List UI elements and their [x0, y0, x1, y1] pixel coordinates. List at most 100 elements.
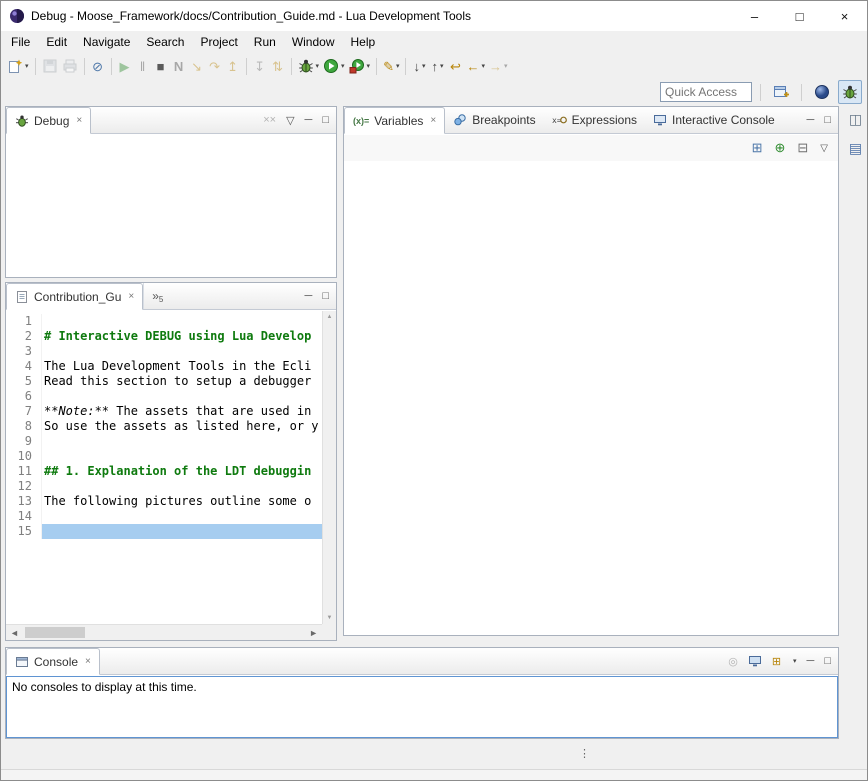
- menu-search[interactable]: Search: [138, 33, 192, 51]
- line-text: [42, 314, 322, 329]
- disconnect-button[interactable]: N: [170, 55, 188, 77]
- tab-contribution-guide[interactable]: Contribution_Gu ×: [6, 283, 143, 310]
- tab-variables[interactable]: (x)= Variables ×: [344, 107, 445, 134]
- console-tab-close-icon[interactable]: ×: [85, 656, 91, 667]
- display-selected-console-icon[interactable]: [748, 654, 762, 668]
- debug-view-maximize-icon[interactable]: □: [322, 114, 329, 126]
- console-minimize-icon[interactable]: ─: [807, 655, 815, 667]
- show-type-names-icon[interactable]: ⊞: [752, 140, 763, 156]
- collapse-all-icon[interactable]: ⊟: [797, 140, 808, 156]
- scroll-down-icon[interactable]: ▼: [327, 615, 333, 621]
- debug-view-minimize-icon[interactable]: ─: [305, 114, 313, 126]
- external-tools-icon: [349, 58, 365, 74]
- tab-breakpoints[interactable]: Breakpoints: [445, 107, 543, 133]
- editor-horizontal-scrollbar[interactable]: ◄ ►: [6, 624, 322, 640]
- close-button[interactable]: ×: [822, 1, 867, 31]
- maximize-button[interactable]: □: [777, 1, 822, 31]
- tab-expressions[interactable]: x= Expressions: [544, 107, 645, 133]
- last-edit-location-button[interactable]: ↩: [446, 55, 464, 77]
- menu-help[interactable]: Help: [343, 33, 384, 51]
- editor-vertical-scrollbar[interactable]: ▲ ▼: [322, 311, 336, 624]
- pin-console-icon[interactable]: ◎: [728, 655, 738, 668]
- variables-tab-close-icon[interactable]: ×: [430, 115, 436, 126]
- open-console-icon[interactable]: ⊞: [772, 655, 781, 668]
- console-maximize-icon[interactable]: □: [824, 655, 831, 667]
- menu-project[interactable]: Project: [192, 33, 245, 51]
- console-panel-controls: ◎ ⊞ ▾ ─ □: [728, 648, 831, 674]
- show-logical-structures-icon[interactable]: ⊕: [774, 140, 785, 156]
- variables-maximize-icon[interactable]: □: [824, 114, 831, 126]
- splitter-handle[interactable]: ⋮: [579, 747, 590, 760]
- previous-annotation-dropdown-icon[interactable]: ▾: [440, 62, 444, 70]
- previous-annotation-button[interactable]: ↑ ▾: [428, 55, 446, 77]
- menu-run[interactable]: Run: [246, 33, 284, 51]
- tab-debug[interactable]: Debug ×: [6, 107, 91, 134]
- editor-area[interactable]: 1 2# Interactive DEBUG using Lua Develop…: [6, 311, 322, 624]
- debug-tab-close-icon[interactable]: ×: [76, 115, 82, 126]
- toolbar-separator: [35, 58, 36, 75]
- drop-to-frame-icon: ↧: [254, 60, 265, 73]
- variables-panel-controls: ─ □: [807, 107, 831, 133]
- debug-view-menu-icon[interactable]: ▽: [286, 114, 294, 127]
- quick-access-input[interactable]: [660, 82, 752, 102]
- print-button[interactable]: [60, 55, 80, 77]
- remove-all-terminated-icon[interactable]: ××: [263, 114, 276, 126]
- suspend-button[interactable]: ‖: [134, 55, 152, 77]
- debug-view-content[interactable]: [6, 135, 336, 277]
- console-content[interactable]: No consoles to display at this time.: [6, 676, 838, 738]
- resume-button[interactable]: ▶: [116, 55, 134, 77]
- menu-file[interactable]: File: [3, 33, 38, 51]
- step-over-button[interactable]: ↷: [206, 55, 224, 77]
- open-perspective-button[interactable]: [769, 80, 793, 104]
- open-console-dropdown-icon[interactable]: ▾: [793, 657, 797, 665]
- ldt-perspective-button[interactable]: [810, 80, 834, 104]
- use-step-filters-button[interactable]: ⇅: [269, 55, 287, 77]
- external-tools-dropdown-icon[interactable]: ▾: [367, 62, 371, 70]
- editor-line: 11## 1. Explanation of the LDT debuggin: [6, 464, 322, 479]
- new-dropdown-icon[interactable]: ▾: [25, 62, 29, 70]
- tab-interactive-console[interactable]: Interactive Console: [645, 107, 783, 133]
- hidden-editors-count: 5: [159, 295, 163, 304]
- line-text-rest: The assets that are used in: [109, 404, 311, 418]
- menu-navigate[interactable]: Navigate: [75, 33, 138, 51]
- back-dropdown-icon[interactable]: ▾: [481, 62, 485, 70]
- hidden-editors-chevron[interactable]: » 5: [143, 283, 171, 309]
- external-tools-button[interactable]: ▾: [347, 55, 373, 77]
- next-annotation-dropdown-icon[interactable]: ▾: [422, 62, 426, 70]
- variables-view-menu-icon[interactable]: ▽: [820, 143, 828, 154]
- drop-to-frame-button[interactable]: ↧: [251, 55, 269, 77]
- step-return-button[interactable]: ↥: [224, 55, 242, 77]
- menu-window[interactable]: Window: [284, 33, 343, 51]
- debug-dropdown-icon[interactable]: ▾: [316, 62, 320, 70]
- terminate-button[interactable]: ■: [152, 55, 170, 77]
- menu-edit[interactable]: Edit: [38, 33, 75, 51]
- mark-occurrences-button[interactable]: ✎ ▾: [381, 55, 401, 77]
- outline-view-icon[interactable]: ▤: [849, 140, 862, 157]
- scrollbar-thumb[interactable]: [25, 627, 85, 638]
- restore-views-icon[interactable]: ◫: [849, 111, 862, 128]
- forward-dropdown-icon[interactable]: ▾: [504, 62, 508, 70]
- minimize-button[interactable]: –: [732, 1, 777, 31]
- skip-all-breakpoints-button[interactable]: ⊘: [89, 55, 107, 77]
- step-into-button[interactable]: ↘: [188, 55, 206, 77]
- save-button[interactable]: [40, 55, 60, 77]
- tab-console[interactable]: Console ×: [6, 648, 100, 675]
- mark-occurrences-dropdown-icon[interactable]: ▾: [396, 62, 400, 70]
- debug-perspective-button[interactable]: [838, 80, 862, 104]
- run-button[interactable]: ▾: [321, 55, 347, 77]
- editor-tab-close-icon[interactable]: ×: [128, 291, 134, 302]
- line-number: 12: [6, 479, 42, 494]
- variables-minimize-icon[interactable]: ─: [807, 114, 815, 126]
- scroll-up-icon[interactable]: ▲: [327, 314, 333, 320]
- editor-maximize-icon[interactable]: □: [322, 290, 329, 302]
- scroll-left-icon[interactable]: ◄: [10, 628, 19, 638]
- scroll-right-icon[interactable]: ►: [309, 628, 318, 638]
- editor-minimize-icon[interactable]: ─: [305, 290, 313, 302]
- next-annotation-button[interactable]: ↓ ▾: [410, 55, 428, 77]
- forward-button[interactable]: → ▾: [487, 55, 510, 77]
- run-dropdown-icon[interactable]: ▾: [341, 62, 345, 70]
- debug-button[interactable]: ▾: [296, 55, 322, 77]
- variables-view-content[interactable]: [344, 161, 838, 635]
- back-button[interactable]: ← ▾: [464, 55, 487, 77]
- new-button[interactable]: ▾: [5, 55, 31, 77]
